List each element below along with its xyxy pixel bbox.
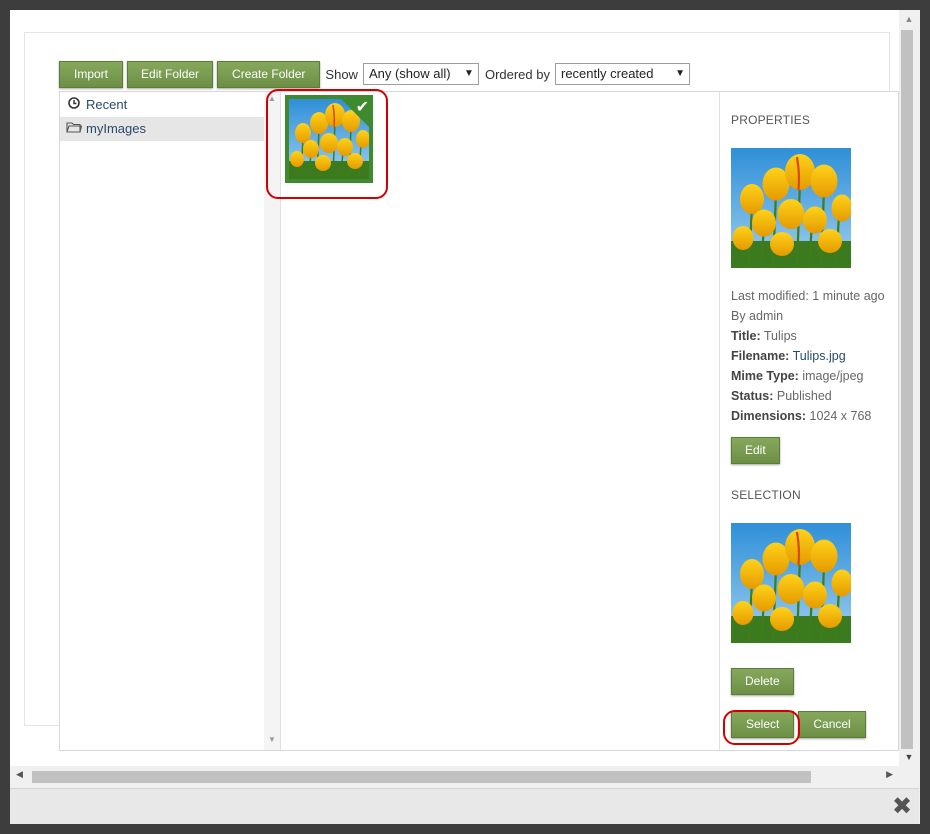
dropdown-arrow-icon: ▼ [675, 68, 685, 79]
vertical-scrollbar[interactable]: ▲ ▼ [899, 10, 919, 766]
mime-type-value: image/jpeg [802, 369, 864, 383]
folder-icon [66, 117, 83, 141]
scroll-up-icon[interactable]: ▲ [268, 94, 276, 103]
scroll-right-icon[interactable]: ▶ [886, 769, 893, 780]
properties-preview-image [729, 146, 854, 270]
mime-type-row: Mime Type: image/jpeg [731, 366, 899, 386]
status-value: Published [776, 389, 832, 403]
status-row: Status: Published [731, 386, 899, 406]
selection-heading: SELECTION [731, 488, 801, 502]
show-select-value: Any (show all) [368, 66, 451, 81]
folder-tree: Recent myImages [60, 92, 264, 750]
horizontal-scroll-thumb[interactable] [32, 771, 811, 783]
scroll-up-icon[interactable]: ▲ [899, 12, 919, 26]
show-label: Show [325, 66, 358, 82]
import-button[interactable]: Import [59, 60, 124, 88]
modified-by: By admin [731, 309, 784, 323]
toolbar: Import Edit Folder Create Folder Show An… [59, 60, 690, 88]
dimensions-label: Dimensions: [731, 409, 807, 423]
title-label: Title: [731, 329, 761, 343]
show-select[interactable]: Any (show all) ▼ [362, 63, 479, 85]
ordered-by-select-value: recently created [561, 66, 654, 81]
dialog-footer: ✖ [10, 788, 919, 824]
scroll-left-icon[interactable]: ◀ [16, 769, 23, 780]
tree-item-recent[interactable]: Recent [60, 93, 264, 117]
scroll-down-icon[interactable]: ▼ [899, 750, 919, 764]
filename-label: Filename: [731, 349, 790, 363]
scroll-down-icon[interactable]: ▼ [268, 735, 276, 744]
filename-link[interactable]: Tulips.jpg [793, 349, 846, 363]
browser-panels: Recent myImages ▲ ▼ ✔ PROPERTIES Last mo… [59, 91, 899, 751]
checkmark-icon: ✔ [355, 99, 369, 116]
properties-heading: PROPERTIES [731, 113, 811, 127]
mime-type-label: Mime Type: [731, 369, 799, 383]
dimensions-row: Dimensions: 1024 x 768 [731, 406, 899, 426]
select-button[interactable]: Select [731, 711, 795, 738]
dropdown-arrow-icon: ▼ [464, 68, 474, 79]
ordered-by-label: Ordered by [484, 66, 550, 82]
ordered-by-select[interactable]: recently created ▼ [555, 63, 690, 85]
vertical-scroll-thumb[interactable] [901, 30, 913, 749]
image-grid: ✔ [280, 92, 719, 750]
dimensions-value: 1024 x 768 [809, 409, 872, 423]
close-icon[interactable]: ✖ [891, 795, 913, 819]
tree-item-myimages[interactable]: myImages [60, 117, 264, 141]
cancel-button[interactable]: Cancel [798, 711, 866, 738]
filename-row: Filename: Tulips.jpg [731, 346, 899, 366]
create-folder-button[interactable]: Create Folder [217, 60, 321, 88]
title-row: Title: Tulips [731, 326, 899, 346]
title-value: Tulips [763, 329, 797, 343]
edit-folder-button[interactable]: Edit Folder [127, 60, 214, 88]
last-modified: Last modified: 1 minute ago [731, 289, 885, 303]
tree-scrollbar[interactable]: ▲ ▼ [264, 92, 280, 750]
selection-preview-image [729, 521, 854, 645]
properties-panel: PROPERTIES Last modified: 1 minute ago B… [719, 92, 899, 750]
image-thumbnail-tulips[interactable]: ✔ [285, 95, 373, 183]
tree-item-label: myImages [86, 121, 146, 136]
tree-item-label: Recent [86, 97, 128, 112]
edit-button[interactable]: Edit [731, 437, 780, 464]
delete-button[interactable]: Delete [731, 668, 794, 695]
clock-icon [66, 93, 82, 117]
horizontal-scrollbar[interactable]: ◀ ▶ [10, 766, 899, 788]
status-label: Status: [731, 389, 774, 403]
